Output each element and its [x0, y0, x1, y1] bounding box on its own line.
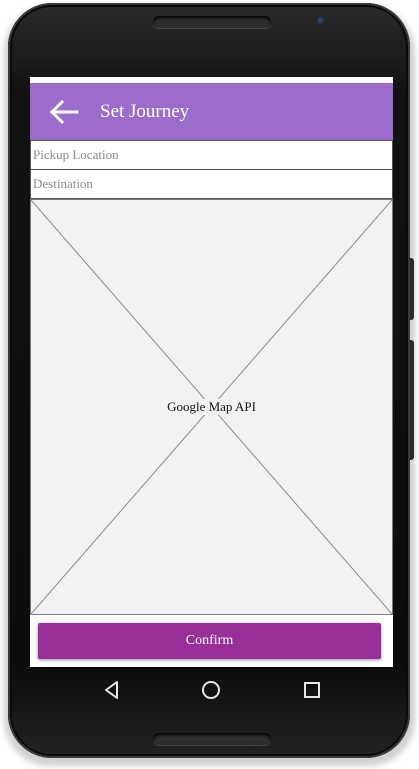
destination-field[interactable]	[30, 169, 393, 199]
app-bar: Set Journey	[30, 83, 393, 140]
front-camera	[317, 17, 326, 26]
map-label: Google Map API	[166, 399, 257, 415]
confirm-button[interactable]: Confirm	[38, 623, 381, 659]
top-speaker	[153, 16, 271, 28]
triangle-back-icon[interactable]	[100, 678, 124, 702]
destination-input[interactable]	[31, 170, 392, 198]
screen: Set Journey Google Map API Confirm	[30, 77, 393, 667]
navigation-bar	[30, 668, 393, 714]
volume-button	[410, 340, 414, 460]
power-button	[410, 258, 414, 320]
map-placeholder[interactable]: Google Map API	[30, 199, 393, 615]
circle-home-icon[interactable]	[199, 678, 223, 702]
page-title: Set Journey	[100, 101, 190, 122]
pickup-input[interactable]	[31, 141, 392, 169]
pickup-field[interactable]	[30, 140, 393, 170]
bottom-speaker	[153, 733, 271, 745]
square-recents-icon[interactable]	[300, 678, 324, 702]
arrow-left-icon[interactable]	[48, 99, 80, 125]
